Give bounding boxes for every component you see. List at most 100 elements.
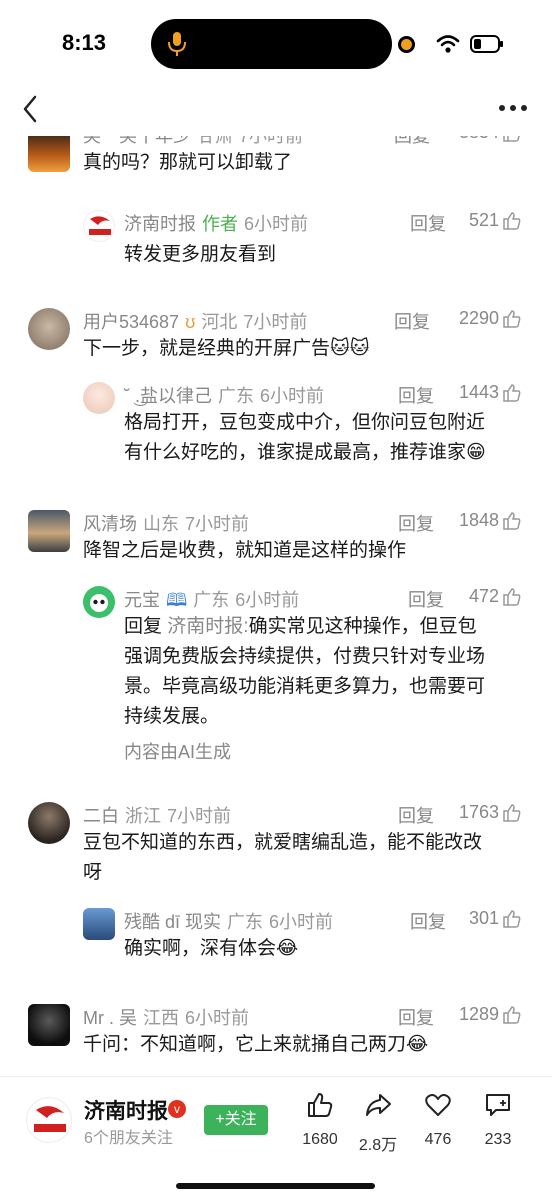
back-arrow-icon[interactable] (20, 94, 40, 124)
share-count: 2.8万 (358, 1137, 398, 1154)
home-indicator[interactable] (176, 1183, 375, 1189)
reply-button[interactable]: 回复 (398, 382, 434, 408)
like-action-button[interactable]: 1680 (290, 1091, 350, 1161)
comment-action-button[interactable]: 233 (468, 1091, 528, 1161)
thumb-up-icon (503, 136, 520, 142)
reply-button[interactable]: 回复 (410, 908, 446, 934)
commenter-location: 山东 (143, 514, 179, 534)
favorite-action-button[interactable]: 476 (408, 1091, 468, 1161)
like-button[interactable]: 1443 (459, 382, 522, 403)
commenter-name[interactable]: 元宝 (124, 590, 160, 610)
reply-button[interactable]: 回复 (398, 1004, 434, 1030)
commenter-name[interactable]: 风清场 (83, 514, 137, 534)
avatar[interactable] (28, 308, 70, 350)
follow-button[interactable]: +关注 (204, 1105, 268, 1135)
like-button[interactable]: 521 (469, 210, 522, 231)
like-button[interactable]: 1848 (459, 510, 522, 531)
newspaper-logo-icon (89, 216, 111, 235)
comment-time: 7小时前 (239, 136, 304, 146)
microphone-icon (168, 32, 186, 56)
thumb-up-icon (503, 309, 521, 328)
like-count: 521 (468, 210, 499, 230)
comment-text-line: 格局打开，豆包变成中介，但你问豆包附近 (124, 412, 486, 433)
avatar[interactable] (83, 210, 115, 242)
author-badge: 作者 (202, 214, 238, 234)
reply-button[interactable]: 回复 (410, 210, 446, 236)
commenter-name[interactable]: ˘ ͜.盐以律己 (124, 386, 212, 406)
reply-button[interactable]: 回复 (394, 136, 430, 148)
reply-button[interactable]: 回复 (408, 586, 444, 612)
commenter-name[interactable]: 二白 (83, 806, 119, 826)
reply-to-name[interactable]: 济南时报: (167, 616, 248, 637)
comment-time: 7小时前 (185, 514, 250, 534)
commenter-name[interactable]: 笑一笑十年少 (83, 136, 191, 146)
comment-text-line: 豆包不知道的东西，就爱瞎编乱造，能不能改改 (83, 832, 483, 853)
comment-text: 降智之后是收费，就知道是这样的操作 (83, 540, 407, 561)
comment-text: 确实啊，深有体会😂 (124, 938, 299, 959)
comment-text: 真的吗？那就可以卸载了 (83, 152, 293, 173)
like-count: 301 (468, 908, 499, 928)
like-button[interactable]: 301 (469, 908, 522, 929)
friends-follow-text: 6个朋友关注 (84, 1130, 173, 1147)
comment-meta: 用户534687 ʊ 河北 7小时前 (83, 308, 307, 334)
like-button[interactable]: 1289 (459, 1004, 522, 1025)
thumb-up-icon (503, 587, 521, 606)
comment-time: 6小时前 (235, 590, 300, 610)
avatar[interactable] (83, 908, 115, 940)
thumb-up-icon (503, 511, 521, 530)
commenter-name[interactable]: 济南时报 (124, 214, 196, 234)
reply-prefix: 回复 (124, 616, 168, 637)
avatar[interactable] (28, 510, 70, 552)
like-count: 2290 (458, 308, 499, 328)
publisher-name[interactable]: 济南时报 (84, 1095, 168, 1125)
status-bar: 8:13 (0, 0, 552, 88)
comment-time: 7小时前 (167, 806, 232, 826)
like-button[interactable]: 2290 (459, 308, 522, 329)
avatar[interactable] (28, 136, 70, 172)
comment-time: 6小时前 (244, 214, 309, 234)
like-count: 472 (468, 586, 499, 606)
avatar[interactable] (83, 586, 115, 618)
like-button[interactable]: 472 (469, 586, 522, 607)
comment-time: 6小时前 (260, 386, 325, 406)
thumb-up-icon (503, 211, 521, 230)
avatar[interactable] (28, 1004, 70, 1046)
comment-count: 233 (484, 1131, 512, 1148)
comment-text-line: 回复 济南时报:确实常见这种操作，但豆包 (124, 612, 524, 642)
comment-text-line: 有什么好吃的，谁家提成最高，推荐谁家😁 (124, 442, 486, 463)
newspaper-logo-icon (34, 1106, 66, 1132)
avatar[interactable] (83, 382, 115, 414)
like-count: 1763 (458, 802, 499, 822)
publisher-avatar[interactable] (26, 1097, 72, 1143)
comment-list[interactable]: 笑一笑十年少甘肃 7小时前 回复 3854 真的吗？那就可以卸载了 济南时报作者 6… (0, 136, 552, 1076)
recording-dot-icon (398, 36, 415, 53)
comment-text: 转发更多朋友看到 (124, 244, 277, 265)
thumb-up-icon (503, 383, 521, 402)
ai-generated-note: 内容由AI生成 (124, 742, 232, 762)
share-action-button[interactable]: 2.8万 (348, 1091, 408, 1161)
commenter-name[interactable]: Mr . 吴 (83, 1008, 137, 1028)
like-count: 1848 (458, 510, 499, 530)
verified-icon: v (168, 1100, 186, 1118)
commenter-name[interactable]: 用户534687 (83, 312, 179, 332)
comment-text-line: 持续发展。 (124, 706, 220, 727)
yuanbao-logo-icon (90, 594, 108, 612)
favorite-count: 476 (424, 1131, 452, 1148)
like-button[interactable]: 3854 (459, 136, 522, 143)
like-button[interactable]: 1763 (459, 802, 522, 823)
commenter-name[interactable]: 残酷 dī 现实 (124, 912, 221, 932)
like-count: 1680 (302, 1131, 338, 1148)
share-icon (366, 1094, 391, 1116)
comment-meta: 笑一笑十年少 甘肃 7小时前 (83, 136, 303, 148)
comment-meta: 济南时报 作者 6小时前 (124, 210, 308, 236)
battery-icon (470, 35, 503, 53)
more-icon[interactable] (498, 102, 528, 114)
reply-button[interactable]: 回复 (394, 308, 430, 334)
reply-button[interactable]: 回复 (398, 802, 434, 828)
reply-button[interactable]: 回复 (398, 510, 434, 536)
comment-text: 千问：不知道啊，它上来就捅自己两刀😂 (83, 1034, 429, 1055)
comment-icon (486, 1094, 510, 1116)
avatar[interactable] (28, 802, 70, 844)
comment-text: 下一步，就是经典的开屏广告🐱🐱 (83, 338, 370, 359)
badge-icon: ʊ (185, 312, 196, 332)
